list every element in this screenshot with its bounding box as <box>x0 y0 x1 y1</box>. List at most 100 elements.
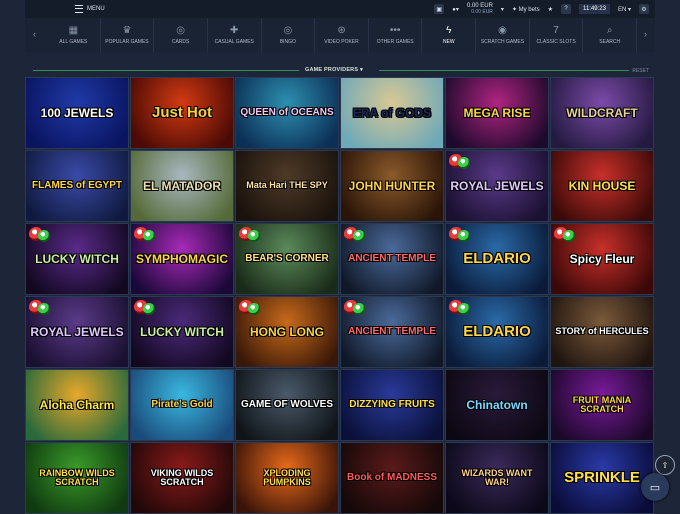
game-tile[interactable]: GAME OF WOLVES <box>235 369 339 441</box>
game-tile[interactable]: ROYAL JEWELS <box>445 150 549 222</box>
game-tile[interactable]: 100 JEWELS <box>25 77 129 149</box>
game-tile[interactable]: Spicy Fleur <box>550 223 654 295</box>
tab-bingo[interactable]: ◎ BINGO <box>262 18 316 52</box>
game-tile[interactable]: ANCIENT TEMPLE <box>340 296 444 368</box>
game-tile[interactable]: ANCIENT TEMPLE <box>340 223 444 295</box>
game-tile[interactable]: WIZARDS WANT WAR! <box>445 442 549 514</box>
arrow-up-icon: ⇧ <box>661 460 669 470</box>
tab-new[interactable]: ϟ NEW <box>422 18 477 52</box>
tab-cards[interactable]: ◎ CARDS <box>154 18 208 52</box>
tab-scratch-games[interactable]: ◉ SCRATCH GAMES <box>476 18 530 52</box>
jackpot-badge-icon <box>38 303 50 315</box>
game-tile[interactable]: Chinatown <box>445 369 549 441</box>
game-title: Mata Hari THE SPY <box>246 180 328 191</box>
game-title: MEGA RISE <box>463 105 531 120</box>
tab-other-games[interactable]: ••• OTHER GAMES <box>369 18 423 52</box>
game-tile[interactable]: Mata Hari THE SPY <box>235 150 339 222</box>
tab-all-games[interactable]: ▦ ALL GAMES <box>47 18 101 52</box>
reset-button[interactable]: RESET <box>632 68 649 74</box>
game-tile[interactable]: ELDARIO <box>445 223 549 295</box>
jackpot-badge-icon <box>38 230 50 242</box>
game-title: STORY of HERCULES <box>555 326 649 337</box>
scroll-top-button[interactable]: ⇧ <box>655 455 675 475</box>
game-title: GAME OF WOLVES <box>240 398 334 410</box>
game-title: Aloha Charm <box>39 397 115 412</box>
tab-label: SCRATCH GAMES <box>480 38 525 45</box>
game-title: QUEEN of OCEANS <box>240 106 334 118</box>
game-tile[interactable]: LUCKY WITCH <box>25 223 129 295</box>
game-title: FLAMES of EGYPT <box>32 179 122 191</box>
game-tile[interactable]: MEGA RISE <box>445 77 549 149</box>
game-title: RAINBOW WILDS SCRATCH <box>39 467 115 487</box>
game-tile[interactable]: ERA of GODS <box>340 77 444 149</box>
game-tile[interactable]: RAINBOW WILDS SCRATCH <box>25 442 129 514</box>
tab-label: SEARCH <box>599 38 621 45</box>
chevron-right-icon[interactable]: › <box>644 29 647 39</box>
chat-button[interactable]: ▭ <box>641 473 669 501</box>
tab-label: ALL GAMES <box>59 38 88 45</box>
game-tile[interactable]: HONG LONG <box>235 296 339 368</box>
game-tile[interactable]: XPLODING PUMPKINS <box>235 442 339 514</box>
tab-search[interactable]: ⌕ SEARCH <box>583 18 638 52</box>
tab-label: NEW <box>442 38 455 45</box>
game-tile[interactable]: SPRINKLE <box>550 442 654 514</box>
game-tile[interactable]: DIZZYING FRUITS <box>340 369 444 441</box>
game-tile[interactable]: FLAMES of EGYPT <box>25 150 129 222</box>
game-tile[interactable]: VIKING WILDS SCRATCH <box>130 442 234 514</box>
game-tile[interactable]: JOHN HUNTER <box>340 150 444 222</box>
game-title: Book of MADNESS <box>347 471 437 483</box>
top-bar: MENU ▣ ●▾ 0.00 EUR 0.00 EUR ▾ ✦ My bets … <box>25 0 655 18</box>
game-tile[interactable]: QUEEN of OCEANS <box>235 77 339 149</box>
game-providers-toggle[interactable]: GAME PROVIDERS ▾ <box>305 67 363 73</box>
game-title: WILDCRAFT <box>566 105 638 120</box>
game-tile[interactable]: STORY of HERCULES <box>550 296 654 368</box>
jackpot-badge-icon <box>353 303 365 315</box>
game-tile[interactable]: Pirate's Gold <box>130 369 234 441</box>
category-bar: ‹ ▦ ALL GAMES ♛ POPULAR GAMES ◎ CARDS ✚ CASUAL … <box>25 18 655 52</box>
jackpot-badge-icon <box>248 303 260 315</box>
tab-label: CLASSIC SLOTS <box>536 38 576 45</box>
tab-popular-games[interactable]: ♛ POPULAR GAMES <box>101 18 155 52</box>
my-bets-label: My bets <box>518 6 540 13</box>
wallet-icon[interactable]: ▣ <box>434 4 445 14</box>
jackpot-badge-icon <box>458 303 470 315</box>
balance[interactable]: 0.00 EUR 0.00 EUR <box>467 3 493 15</box>
game-title: ROYAL JEWELS <box>30 324 124 339</box>
user-icon[interactable]: ●▾ <box>452 6 459 13</box>
chevron-left-icon[interactable]: ‹ <box>33 29 36 39</box>
game-title: EL MATADOR <box>143 178 221 193</box>
game-providers-bar: GAME PROVIDERS ▾ RESET <box>25 64 655 76</box>
game-title: HONG LONG <box>250 324 324 339</box>
game-tile[interactable]: Book of MADNESS <box>340 442 444 514</box>
my-bets-button[interactable]: ✦ My bets <box>512 6 540 13</box>
game-tile[interactable]: BEAR'S CORNER <box>235 223 339 295</box>
game-tile[interactable]: Aloha Charm <box>25 369 129 441</box>
game-tile[interactable]: LUCKY WITCH <box>130 296 234 368</box>
menu-button[interactable]: MENU <box>75 5 105 13</box>
game-tile[interactable]: EL MATADOR <box>130 150 234 222</box>
game-title: Chinatown <box>466 397 528 412</box>
game-tile[interactable]: FRUIT MANIA SCRATCH <box>550 369 654 441</box>
chevron-down-icon: ▾ <box>359 67 363 73</box>
game-tile[interactable]: ROYAL JEWELS <box>25 296 129 368</box>
game-tile[interactable]: ELDARIO <box>445 296 549 368</box>
star-icon[interactable]: ★ <box>548 6 553 13</box>
game-title: LUCKY WITCH <box>35 251 119 266</box>
balance-chevron-icon[interactable]: ▾ <box>501 6 504 13</box>
tab-video-poker[interactable]: ⊛ VIDEO POKER <box>315 18 369 52</box>
game-tile[interactable]: Just Hot <box>130 77 234 149</box>
game-title: ANCIENT TEMPLE <box>348 252 436 264</box>
game-title: KIN HOUSE <box>568 178 636 193</box>
bets-icon: ✦ <box>511 6 517 13</box>
game-tile[interactable]: SYMPHOMAGIC <box>130 223 234 295</box>
tab-label: CASUAL GAMES <box>214 38 254 45</box>
game-tile[interactable]: KIN HOUSE <box>550 150 654 222</box>
logo[interactable] <box>31 1 69 17</box>
language-selector[interactable]: EN ▾ <box>618 6 631 13</box>
tab-casual-games[interactable]: ✚ CASUAL GAMES <box>208 18 262 52</box>
gear-icon[interactable]: ⚙ <box>639 4 649 14</box>
help-icon[interactable]: ? <box>561 4 572 14</box>
game-tile[interactable]: WILDCRAFT <box>550 77 654 149</box>
game-title: FRUIT MANIA SCRATCH <box>572 394 632 414</box>
tab-classic-slots[interactable]: 7 CLASSIC SLOTS <box>530 18 584 52</box>
